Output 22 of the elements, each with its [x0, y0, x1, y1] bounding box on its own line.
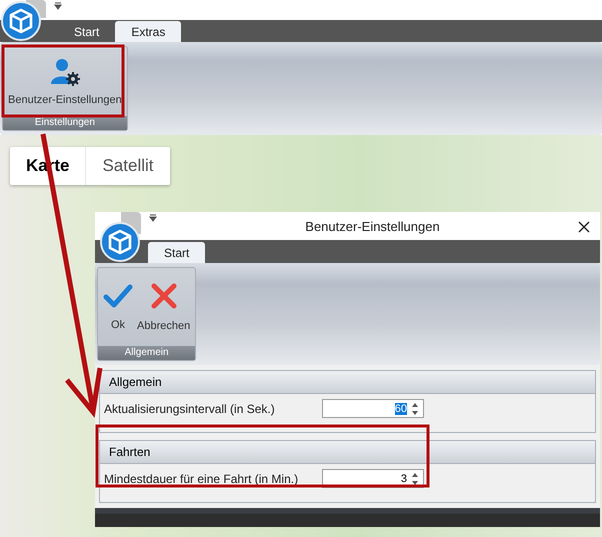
checkmark-icon [103, 283, 133, 309]
ribbon-group-label: Allgemein [98, 346, 196, 360]
ribbon-tab[interactable]: Start [148, 242, 206, 263]
user-gear-icon [50, 58, 80, 86]
ribbon-tab[interactable]: Extras [115, 21, 182, 42]
section-header: Fahrten [100, 441, 595, 464]
number-spinner[interactable]: 60 [322, 399, 424, 418]
dropdown-icon [54, 2, 62, 10]
cross-icon [150, 282, 178, 310]
section-header: Allgemein [100, 371, 595, 394]
close-icon [578, 221, 590, 233]
spin-arrows-icon [411, 402, 419, 416]
map-type-tab[interactable]: Satellit [86, 147, 170, 185]
window-title: Benutzer-Einstellungen [304, 219, 441, 234]
field-label: Mindestdauer für eine Fahrt (in Min.) [104, 472, 300, 486]
dropdown-icon [149, 214, 157, 222]
ribbon-tab[interactable]: Start [58, 21, 116, 42]
ribbon-button[interactable]: Abbrechen [135, 270, 192, 344]
ribbon-button[interactable]: Ok [101, 270, 135, 344]
ribbon-button[interactable]: Benutzer-Einstellungen [6, 49, 124, 114]
field-label: Aktualisierungsintervall (in Sek.) [104, 402, 276, 416]
spin-arrows-icon [411, 472, 419, 486]
